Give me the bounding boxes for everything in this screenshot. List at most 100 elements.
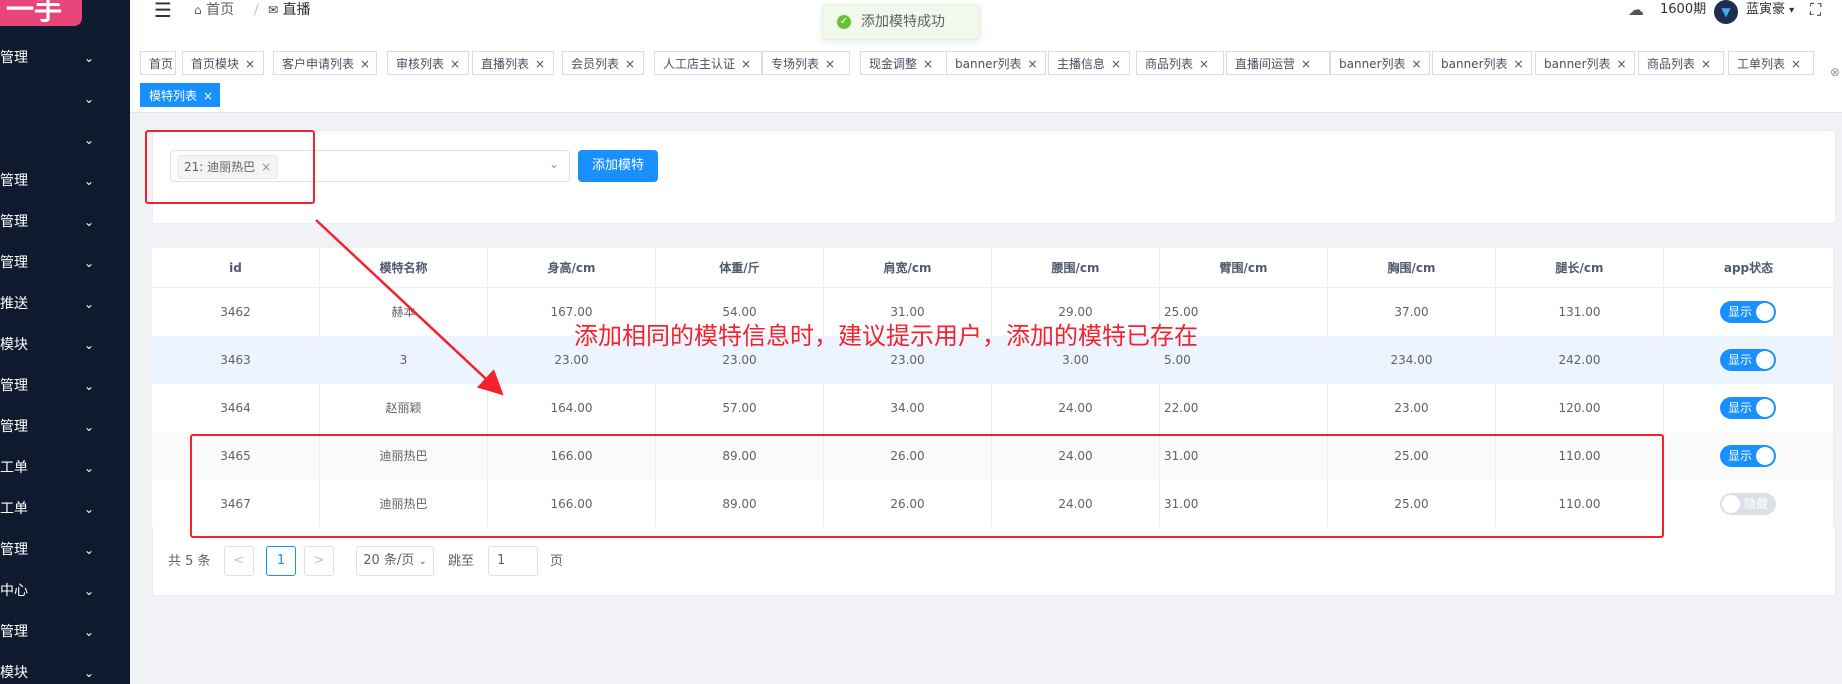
sidebar-item[interactable]: 管理 ⌄ [0,366,130,406]
chevron-down-icon: ⌄ [84,51,95,65]
tag-item[interactable]: 直播列表 × [472,51,554,75]
tag-close-icon[interactable]: × [1028,57,1038,71]
tag-close-icon[interactable]: × [450,57,460,71]
sidebar-item[interactable]: ⌄ [0,79,130,119]
tag-close-icon[interactable]: × [741,57,751,71]
app-status-toggle[interactable]: 显示 [1720,397,1776,419]
tag-item[interactable]: 首页 [140,51,176,75]
sidebar-item[interactable]: 管理 ⌄ [0,243,130,283]
toggle-knob [1722,495,1740,513]
sidebar-item[interactable]: 模块 ⌄ [0,325,130,365]
sidebar-item[interactable]: 工单 ⌄ [0,448,130,488]
success-toast: ✓ 添加模特成功 [822,4,980,40]
sidebar-item[interactable]: 管理 ⌄ [0,161,130,201]
avatar[interactable]: ▼ [1714,0,1738,24]
sidebar-item-label: 中心 [0,583,28,599]
tag-item[interactable]: 商品列表 × [1136,51,1224,75]
tag-item[interactable]: 模特列表 × [140,83,220,107]
sidebar-item[interactable]: 工单 ⌄ [0,489,130,529]
tag-item[interactable]: 专场列表 × [762,51,850,75]
toggle-label: 显示 [1728,449,1753,463]
tag-close-icon[interactable]: × [1301,57,1311,71]
sidebar-item[interactable]: 模块 ⌄ [0,653,130,684]
next-page-button[interactable]: > [304,546,334,576]
sidebar-item[interactable]: 管理 ⌄ [0,407,130,447]
column-header: 模特名称 [320,248,488,288]
mail-icon: ✉ [268,3,279,17]
hamburger-menu-icon[interactable]: ☰ [154,0,172,20]
tag-close-icon[interactable]: × [535,57,545,71]
sidebar-item[interactable]: 管理 ⌄ [0,612,130,652]
page-size-select[interactable]: 20 条/页 ⌄ [356,546,434,576]
page-1-button[interactable]: 1 [266,546,296,576]
sidebar-item[interactable]: 管理 ⌄ [0,530,130,570]
tag-close-icon[interactable]: × [825,57,835,71]
tag-close-icon[interactable]: × [1791,57,1801,71]
tag-close-icon[interactable]: × [1514,57,1524,71]
tag-item[interactable]: 审核列表 × [387,51,469,75]
sidebar-item[interactable]: 推送 ⌄ [0,284,130,324]
toggle-knob [1756,351,1774,369]
jump-page-input[interactable]: 1 [488,546,538,576]
cell-id: 3464 [152,384,320,432]
tag-item[interactable]: 直播间运营 × [1226,51,1330,75]
cell-chest: 37.00 [1328,288,1496,336]
sidebar-item[interactable]: 管理 ⌄ [0,38,130,78]
page-suffix: 页 [550,554,564,569]
app-status-toggle[interactable]: 显示 [1720,301,1776,323]
toggle-label: 显示 [1728,305,1753,319]
tag-item[interactable]: 客户申请列表 × [273,51,377,75]
tag-item[interactable]: 人工店主认证 × [654,51,762,75]
tag-close-icon[interactable]: × [1199,57,1209,71]
cloud-download-icon[interactable]: ☁ [1628,0,1644,20]
toggle-knob [1756,399,1774,417]
tag-item[interactable]: 首页模块 × [182,51,264,75]
chevron-down-icon: ⌄ [84,174,95,188]
tag-close-icon[interactable]: × [625,57,635,71]
tag-item[interactable]: banner列表 × [946,51,1046,75]
tags-close-all-icon[interactable]: ⊗ [1830,48,1842,96]
chevron-down-icon[interactable]: ⌄ [549,157,559,171]
tag-item[interactable]: 现金调整 × [860,51,948,75]
cell-chest: 23.00 [1328,384,1496,432]
tag-close-icon[interactable]: × [360,57,370,71]
tag-item[interactable]: banner列表 × [1330,51,1430,75]
chevron-down-icon: ⌄ [84,297,95,311]
breadcrumb-home[interactable]: ⌂ 首页 [194,0,234,20]
app-status-toggle[interactable]: 隐藏 [1720,493,1776,515]
add-model-button[interactable]: 添加模特 [578,150,658,182]
tag-close-icon[interactable]: × [245,57,255,71]
tag-item[interactable]: 会员列表 × [562,51,644,75]
sidebar-item[interactable]: ⌄ [0,120,130,160]
fullscreen-icon[interactable]: ⛶ [1810,0,1821,20]
tag-item[interactable]: banner列表 × [1432,51,1532,75]
tag-item[interactable]: 商品列表 × [1638,51,1724,75]
sidebar-item-label: 管理 [0,419,28,435]
app-logo: 一手 [0,0,82,26]
tag-item[interactable]: 工单列表 × [1728,51,1814,75]
pagination-total: 共 5 条 [168,554,211,569]
tag-item[interactable]: 主播信息 × [1048,51,1130,75]
app-status-toggle[interactable]: 显示 [1720,445,1776,467]
breadcrumb-live: ✉ 直播 [268,2,311,18]
column-header: 体重/斤 [656,248,824,288]
home-icon: ⌂ [194,3,202,17]
tag-item[interactable]: banner列表 × [1535,51,1635,75]
sidebar-item[interactable]: 管理 ⌄ [0,202,130,242]
success-check-icon: ✓ [837,15,851,29]
username-dropdown[interactable]: 蓝寅豪 ▾ [1746,0,1794,21]
app-status-toggle[interactable]: 显示 [1720,349,1776,371]
chevron-down-icon: ⌄ [84,584,95,598]
sidebar-item-label: 管理 [0,255,28,271]
prev-page-button[interactable]: < [224,546,254,576]
sidebar-item[interactable]: 中心 ⌄ [0,571,130,611]
tag-close-icon[interactable]: × [923,57,933,71]
status-cell: 隐藏 [1664,480,1834,528]
tag-close-icon[interactable]: × [1617,57,1627,71]
cell-waist: 24.00 [992,384,1160,432]
jump-label: 跳至 [448,554,475,569]
tag-close-icon[interactable]: × [203,89,213,103]
tag-close-icon[interactable]: × [1111,57,1121,71]
tag-close-icon[interactable]: × [1412,57,1422,71]
tag-close-icon[interactable]: × [1701,57,1711,71]
